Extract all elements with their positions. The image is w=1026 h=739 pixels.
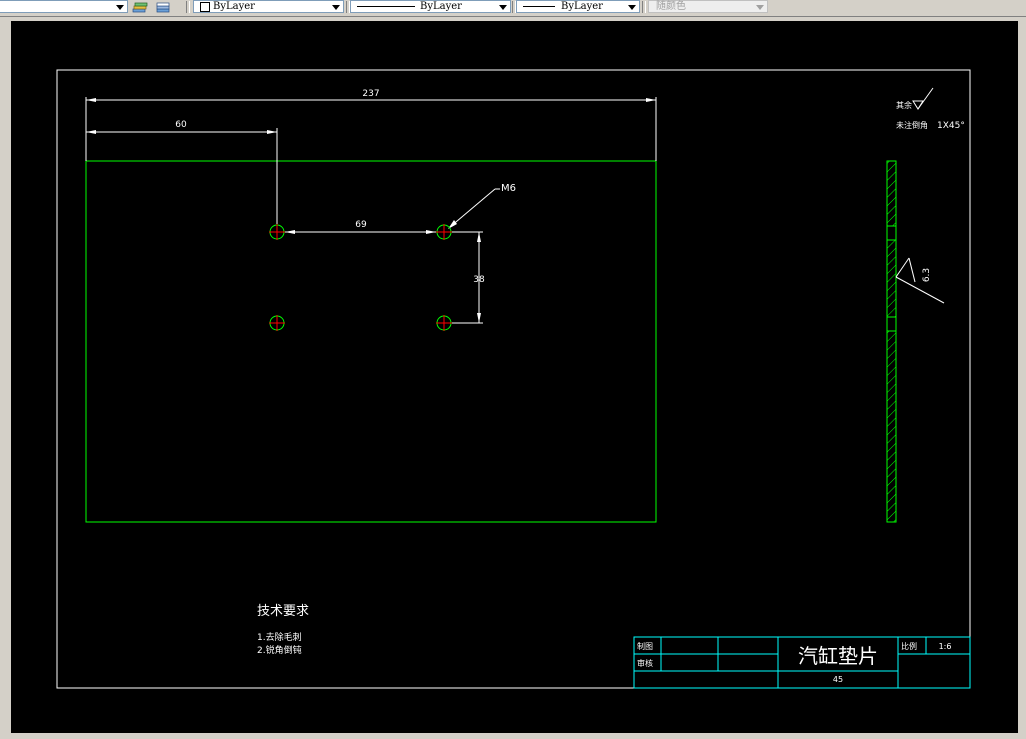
title-block-checked-by: 审核: [637, 658, 653, 668]
drawing-border: [56, 69, 971, 689]
dimension-text-60: 60: [175, 120, 187, 130]
chevron-down-icon[interactable]: [499, 5, 507, 10]
chamfer-value: 1X45°: [937, 121, 965, 131]
linetype-value: ByLayer: [420, 1, 462, 12]
linetype-control-dropdown[interactable]: ByLayer: [350, 0, 511, 13]
layer-dropdown[interactable]: [0, 0, 128, 13]
title-block-drawn-by: 制图: [637, 641, 653, 651]
dimension-total-width: 237: [85, 89, 657, 161]
lineweight-value: ByLayer: [561, 1, 603, 12]
properties-toolbar: ByLayer ByLayer ByLayer 随颜色: [0, 0, 1026, 17]
title-block-part-name: 汽缸垫片: [798, 644, 878, 668]
color-control-dropdown[interactable]: ByLayer: [193, 0, 344, 13]
dimension-text-69: 69: [355, 220, 367, 230]
title-block-scale-label: 比例: [901, 641, 917, 651]
dimension-hole-spacing-vertical: 38: [444, 231, 485, 324]
layer-previous-icon[interactable]: [154, 0, 172, 14]
hole-top-left: [269, 224, 285, 240]
plotstyle-value: 随颜色: [656, 1, 686, 12]
thread-label: M6: [501, 183, 516, 194]
dimension-left-offset: 60: [86, 120, 278, 231]
thread-callout-m6: M6: [448, 183, 516, 229]
general-notes: 其余 未注倒角 1X45°: [896, 87, 965, 131]
toolbar-separator: [186, 1, 190, 13]
part-outline-front-view: [85, 160, 657, 523]
hole-bottom-right: [436, 315, 452, 331]
other-surfaces-note: 其余: [896, 100, 912, 110]
chevron-down-icon[interactable]: [628, 5, 636, 10]
drawing-canvas[interactable]: 237 60 69 38 M6 6.3 其余 未注倒角 1X45° 技术要求 1…: [11, 21, 1018, 733]
lineweight-sample: [523, 6, 555, 7]
dimension-hole-spacing-horizontal: 69: [277, 220, 444, 234]
dimension-text-38: 38: [473, 275, 485, 285]
chevron-down-icon[interactable]: [756, 5, 764, 10]
color-swatch: [200, 2, 210, 12]
technical-requirements: 技术要求 1.去除毛刺 2.锐角倒钝: [257, 604, 309, 656]
plotstyle-control-dropdown[interactable]: 随颜色: [648, 0, 768, 13]
linetype-sample: [357, 6, 415, 7]
hole-bottom-left: [269, 315, 285, 331]
dimension-text-237: 237: [362, 89, 379, 99]
title-block-scale-value: 1:6: [939, 642, 952, 651]
chevron-down-icon[interactable]: [116, 5, 124, 10]
roughness-value: 6.3: [922, 268, 932, 282]
tech-requirement-item: 2.锐角倒钝: [257, 644, 302, 656]
layer-states-icon[interactable]: [131, 0, 149, 14]
surface-roughness-symbol: 6.3: [895, 257, 945, 304]
lineweight-control-dropdown[interactable]: ByLayer: [516, 0, 640, 13]
color-value: ByLayer: [213, 1, 255, 12]
hole-top-right: [436, 224, 452, 240]
title-block-material: 45: [833, 675, 843, 684]
tech-requirement-item: 1.去除毛刺: [257, 631, 302, 643]
chamfer-note-label: 未注倒角: [896, 120, 928, 130]
drawing-svg[interactable]: 237 60 69 38 M6 6.3 其余 未注倒角 1X45° 技术要求 1…: [11, 21, 1018, 733]
chevron-down-icon[interactable]: [332, 5, 340, 10]
toolbar-separator: [642, 1, 646, 13]
side-view-section: [886, 160, 897, 523]
tech-requirements-title: 技术要求: [257, 604, 309, 619]
